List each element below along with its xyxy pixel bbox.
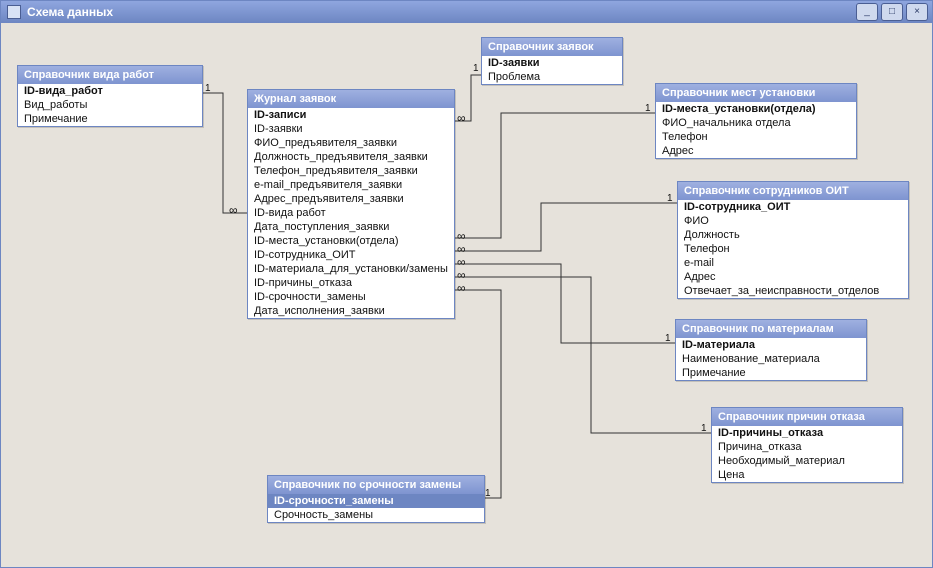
table-journal[interactable]: Журнал заявок ID-записи ID-заявки ФИО_пр… xyxy=(247,89,455,319)
relation-many-mark: ∞ xyxy=(457,111,466,125)
field[interactable]: Отвечает_за_неисправности_отделов xyxy=(678,284,908,298)
field[interactable]: ФИО xyxy=(678,214,908,228)
table-header[interactable]: Справочник причин отказа xyxy=(712,408,902,426)
field[interactable]: Должность xyxy=(678,228,908,242)
field[interactable]: Примечание xyxy=(18,112,202,126)
field[interactable]: Телефон xyxy=(678,242,908,256)
table-header[interactable]: Справочник мест установки xyxy=(656,84,856,102)
relation-many-mark: ∞ xyxy=(457,229,466,243)
field[interactable]: Адрес xyxy=(678,270,908,284)
relation-many-mark: ∞ xyxy=(457,268,466,282)
field[interactable]: ID-срочности_замены xyxy=(248,290,454,304)
table-header[interactable]: Справочник вида работ xyxy=(18,66,202,84)
relation-one-mark: 1 xyxy=(205,83,211,94)
field[interactable]: Адрес_предъявителя_заявки xyxy=(248,192,454,206)
field[interactable]: e-mail xyxy=(678,256,908,270)
field[interactable]: Телефон_предъявителя_заявки xyxy=(248,164,454,178)
field[interactable]: ID-причины_отказа xyxy=(248,276,454,290)
relation-one-mark: 1 xyxy=(701,423,707,434)
field[interactable]: ID-сотрудника_ОИТ xyxy=(248,248,454,262)
table-staff[interactable]: Справочник сотрудников ОИТ ID-сотрудника… xyxy=(677,181,909,299)
table-header[interactable]: Журнал заявок xyxy=(248,90,454,108)
field[interactable]: Телефон xyxy=(656,130,856,144)
relationship-canvas[interactable]: Справочник вида работ ID-вида_работ Вид_… xyxy=(1,23,932,567)
field[interactable]: Адрес xyxy=(656,144,856,158)
field[interactable]: Должность_предъявителя_заявки xyxy=(248,150,454,164)
field[interactable]: ID-заявки xyxy=(482,56,622,70)
field[interactable]: Проблема xyxy=(482,70,622,84)
field[interactable]: ID-материала_для_установки/замены xyxy=(248,262,454,276)
table-requests[interactable]: Справочник заявок ID-заявки Проблема xyxy=(481,37,623,85)
field[interactable]: Примечание xyxy=(676,366,866,380)
table-header[interactable]: Справочник по материалам xyxy=(676,320,866,338)
app-icon xyxy=(7,5,21,19)
field[interactable]: ID-материала xyxy=(676,338,866,352)
field[interactable]: Цена xyxy=(712,468,902,482)
field[interactable]: ID-места_установки(отдела) xyxy=(656,102,856,116)
window-title: Схема данных xyxy=(27,5,856,19)
field[interactable]: ID-сотрудника_ОИТ xyxy=(678,200,908,214)
field[interactable]: ФИО_предъявителя_заявки xyxy=(248,136,454,150)
schema-window: Схема данных _ □ × xyxy=(0,0,933,568)
minimize-button[interactable]: _ xyxy=(856,3,878,21)
field[interactable]: ФИО_начальника отдела xyxy=(656,116,856,130)
table-header[interactable]: Справочник по срочности замены xyxy=(268,476,484,494)
window-controls: _ □ × xyxy=(856,3,928,21)
field[interactable]: ID-причины_отказа xyxy=(712,426,902,440)
relation-many-mark: ∞ xyxy=(457,255,466,269)
table-header[interactable]: Справочник заявок xyxy=(482,38,622,56)
relation-many-mark: ∞ xyxy=(457,281,466,295)
table-work-types[interactable]: Справочник вида работ ID-вида_работ Вид_… xyxy=(17,65,203,127)
relation-one-mark: 1 xyxy=(665,333,671,344)
field[interactable]: Вид_работы xyxy=(18,98,202,112)
relation-many-mark: ∞ xyxy=(229,203,238,217)
maximize-button[interactable]: □ xyxy=(881,3,903,21)
field[interactable]: ID-вида_работ xyxy=(18,84,202,98)
field[interactable]: e-mail_предъявителя_заявки xyxy=(248,178,454,192)
relation-one-mark: 1 xyxy=(645,103,651,114)
table-urgency[interactable]: Справочник по срочности замены ID-срочно… xyxy=(267,475,485,523)
field[interactable]: Дата_исполнения_заявки xyxy=(248,304,454,318)
field[interactable]: Необходимый_материал xyxy=(712,454,902,468)
field[interactable]: ID-срочности_замены xyxy=(268,494,484,508)
field[interactable]: ID-записи xyxy=(248,108,454,122)
titlebar[interactable]: Схема данных _ □ × xyxy=(1,1,932,23)
relation-one-mark: 1 xyxy=(667,193,673,204)
table-materials[interactable]: Справочник по материалам ID-материала На… xyxy=(675,319,867,381)
table-places[interactable]: Справочник мест установки ID-места_устан… xyxy=(655,83,857,159)
field[interactable]: ID-места_установки(отдела) xyxy=(248,234,454,248)
close-button[interactable]: × xyxy=(906,3,928,21)
field[interactable]: Наименование_материала xyxy=(676,352,866,366)
field[interactable]: ID-заявки xyxy=(248,122,454,136)
field[interactable]: Причина_отказа xyxy=(712,440,902,454)
field[interactable]: ID-вида работ xyxy=(248,206,454,220)
relation-many-mark: ∞ xyxy=(457,242,466,256)
field[interactable]: Дата_поступления_заявки xyxy=(248,220,454,234)
table-reasons[interactable]: Справочник причин отказа ID-причины_отка… xyxy=(711,407,903,483)
field[interactable]: Срочность_замены xyxy=(268,508,484,522)
relation-one-mark: 1 xyxy=(485,488,491,499)
table-header[interactable]: Справочник сотрудников ОИТ xyxy=(678,182,908,200)
relation-one-mark: 1 xyxy=(473,63,479,74)
